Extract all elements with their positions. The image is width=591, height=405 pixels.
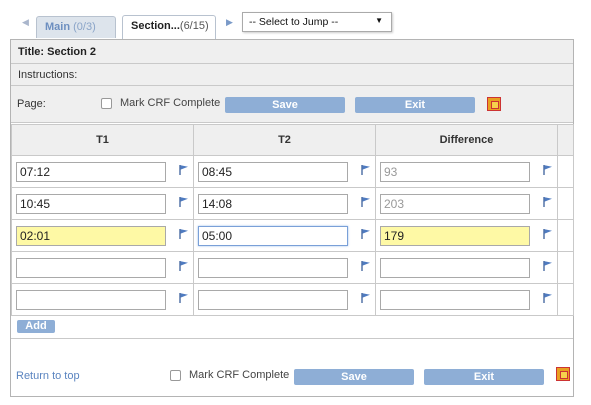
t1-input[interactable] <box>16 289 166 310</box>
left-arrow-icon[interactable]: ◀ <box>22 17 29 28</box>
flag-icon[interactable] <box>543 260 553 271</box>
page-label: Page: <box>17 98 46 110</box>
t2-input[interactable]: 05:00 <box>198 225 348 246</box>
exit-button[interactable]: Exit <box>355 97 475 113</box>
mark-complete-label-bottom: Mark CRF Complete <box>189 369 290 381</box>
difference-input[interactable] <box>380 289 530 310</box>
flag-icon[interactable] <box>179 196 189 207</box>
header-spacer <box>557 124 574 156</box>
t2-input[interactable] <box>198 289 348 310</box>
tab-bar: ◀ Main (0/3) Section...(6/15) ▶ -- Selec… <box>0 0 591 40</box>
right-arrow-icon[interactable]: ▶ <box>226 17 233 28</box>
form-title: Title: Section 2 <box>11 40 573 64</box>
crf-form: Title: Section 2 Instructions: Page: Mar… <box>10 39 574 397</box>
save-button[interactable]: Save <box>225 97 345 113</box>
add-row-button[interactable]: Add <box>17 320 55 333</box>
return-to-top-link[interactable]: Return to top <box>16 370 80 382</box>
tab-main-label: Main <box>45 21 71 33</box>
header-difference: Difference <box>375 124 558 156</box>
form-instructions: Instructions: <box>11 64 573 86</box>
tab-section-label: Section... <box>131 20 180 32</box>
tab-main-count: (0/3) <box>73 21 96 33</box>
add-row-bar: Add <box>11 314 573 339</box>
flag-icon[interactable] <box>361 196 371 207</box>
tab-section[interactable]: Section...(6/15) <box>122 15 216 39</box>
data-grid: T1 T2 Difference 07:12 08:45 93 10:45 14… <box>11 124 574 316</box>
flag-icon[interactable] <box>179 164 189 175</box>
table-row: 07:12 08:45 93 <box>11 155 574 188</box>
flag-icon[interactable] <box>361 164 371 175</box>
difference-input[interactable]: 93 <box>380 161 530 182</box>
header-t1: T1 <box>11 124 194 156</box>
flag-icon[interactable] <box>179 260 189 271</box>
t1-input[interactable]: 10:45 <box>16 193 166 214</box>
chevron-down-icon: ▼ <box>375 16 383 25</box>
mark-complete-checkbox[interactable] <box>101 97 112 109</box>
table-row: 02:01 05:00 179 <box>11 219 574 252</box>
flag-icon[interactable] <box>543 292 553 303</box>
flag-icon[interactable] <box>179 228 189 239</box>
jump-select[interactable]: -- Select to Jump -- ▼ <box>242 12 392 32</box>
exit-button-bottom[interactable]: Exit <box>424 369 544 385</box>
jump-select-value: -- Select to Jump -- <box>249 16 339 28</box>
table-row <box>11 251 574 284</box>
mark-complete-bottom[interactable]: Mark CRF Complete <box>170 369 289 381</box>
page-toolbar: Page: Mark CRF Complete Save Exit <box>11 86 573 123</box>
flag-icon[interactable] <box>543 228 553 239</box>
flag-icon[interactable] <box>543 196 553 207</box>
t1-input[interactable] <box>16 257 166 278</box>
flag-icon[interactable] <box>361 260 371 271</box>
t2-input[interactable] <box>198 257 348 278</box>
t2-input[interactable]: 08:45 <box>198 161 348 182</box>
pdf-icon[interactable] <box>487 97 501 111</box>
mark-complete-checkbox-bottom[interactable] <box>170 369 181 381</box>
flag-icon[interactable] <box>361 292 371 303</box>
save-button-bottom[interactable]: Save <box>294 369 414 385</box>
difference-input[interactable]: 203 <box>380 193 530 214</box>
pdf-icon[interactable] <box>556 367 570 381</box>
table-row <box>11 283 574 316</box>
difference-input[interactable]: 179 <box>380 225 530 246</box>
difference-input[interactable] <box>380 257 530 278</box>
grid-header-row: T1 T2 Difference <box>11 124 574 156</box>
tab-section-count: (6/15) <box>179 20 209 32</box>
t2-input[interactable]: 14:08 <box>198 193 348 214</box>
flag-icon[interactable] <box>361 228 371 239</box>
t1-input[interactable]: 07:12 <box>16 161 166 182</box>
tab-main[interactable]: Main (0/3) <box>36 16 116 38</box>
table-row: 10:45 14:08 203 <box>11 187 574 220</box>
t1-input[interactable]: 02:01 <box>16 225 166 246</box>
mark-complete-label: Mark CRF Complete <box>120 97 221 109</box>
header-t2: T2 <box>193 124 376 156</box>
flag-icon[interactable] <box>179 292 189 303</box>
footer: Return to top Mark CRF Complete Save Exi… <box>0 358 591 398</box>
mark-complete-top[interactable]: Mark CRF Complete <box>101 97 220 109</box>
flag-icon[interactable] <box>543 164 553 175</box>
